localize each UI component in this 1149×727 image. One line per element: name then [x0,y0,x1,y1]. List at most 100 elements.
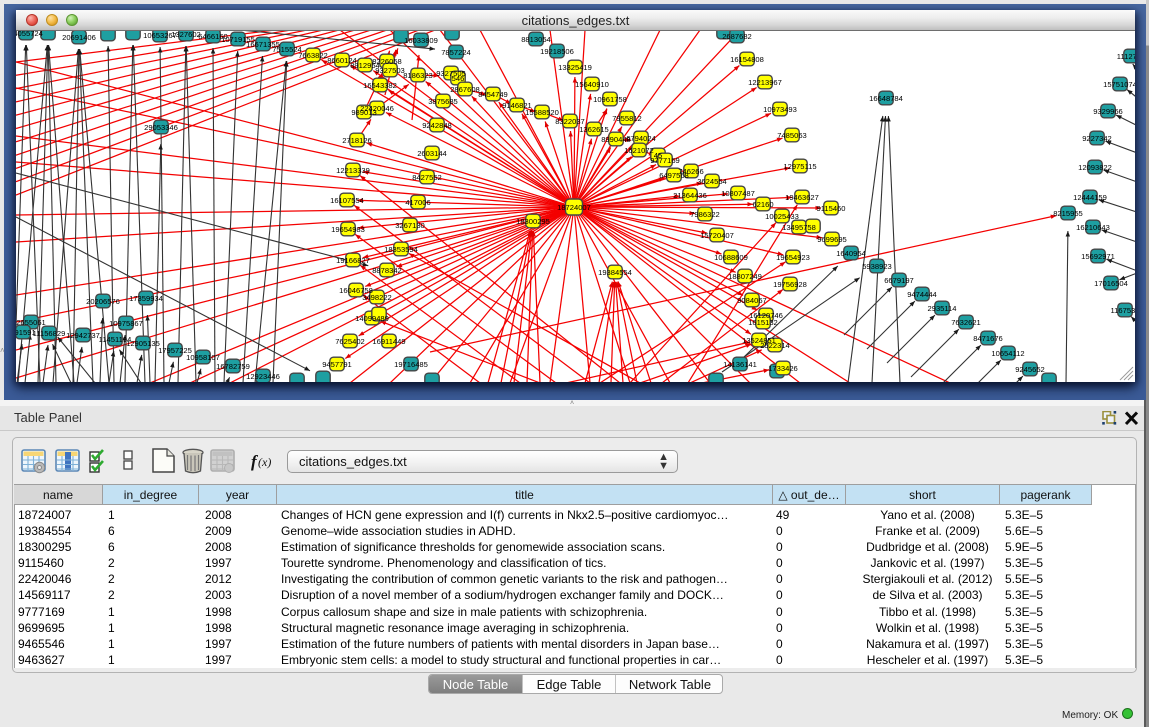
svg-text:8454749: 8454749 [478,90,508,99]
svg-text:7485063: 7485063 [777,131,807,140]
svg-text:8186323: 8186323 [403,71,433,80]
svg-text:1615132: 1615132 [748,318,778,327]
svg-text:8427552: 8427552 [412,173,442,182]
svg-text:12213339: 12213339 [336,166,370,175]
svg-text:19716485: 19716485 [394,360,428,369]
svg-text:13325419: 13325419 [558,63,592,72]
svg-text:16154808: 16154808 [730,55,764,64]
svg-text:16107554: 16107554 [330,196,364,205]
svg-text:7955812: 7955812 [612,114,642,123]
svg-text:6794024: 6794024 [626,134,656,143]
svg-text:12975115: 12975115 [783,162,816,171]
svg-text:417006: 417006 [405,198,430,207]
svg-text:3498222: 3498222 [362,293,392,302]
svg-text:1640954: 1640954 [836,249,866,258]
svg-text:19463627: 19463627 [785,193,819,202]
svg-text:18300295: 18300295 [516,217,550,226]
svg-text:19218506: 19218506 [540,47,574,56]
svg-text:12923446: 12923446 [246,372,280,381]
svg-text:9115460: 9115460 [817,204,846,213]
svg-text:15640910: 15640910 [575,80,609,89]
svg-text:2867608: 2867608 [450,85,480,94]
svg-text:18724007: 18724007 [557,203,591,212]
svg-text:2522314: 2522314 [760,341,790,350]
svg-text:10973493: 10973493 [763,105,797,114]
svg-text:16543382: 16543382 [363,81,397,90]
svg-text:12942737: 12942737 [66,331,100,340]
svg-text:1362615: 1362615 [579,125,609,134]
svg-text:16033809: 16033809 [404,36,438,45]
svg-text:1112733: 1112733 [1117,52,1135,61]
svg-text:9084067: 9084067 [737,296,767,305]
svg-text:2687682: 2687682 [722,32,752,41]
svg-text:9242848: 9242848 [422,121,452,130]
svg-text:10688609: 10688609 [714,253,748,262]
svg-text:20206576: 20206576 [86,297,120,306]
svg-text:15588520: 15588520 [525,108,559,117]
svg-text:7986322: 7986322 [690,210,720,219]
svg-text:14136141: 14136141 [723,360,757,369]
svg-text:16648784: 16648784 [869,94,903,103]
svg-text:1327602: 1327602 [171,31,201,39]
svg-text:14055724: 14055724 [16,31,43,38]
svg-text:8215955: 8215955 [1053,209,1083,218]
svg-text:7625402: 7625402 [335,337,365,346]
svg-text:10961758: 10961758 [593,95,627,104]
svg-text:8226058: 8226058 [372,57,402,66]
svg-text:16911449: 16911449 [372,337,405,346]
svg-text:19166827: 19166827 [336,256,370,265]
svg-text:12093822: 12093822 [1078,163,1112,172]
svg-text:10958107: 10958107 [186,353,220,362]
svg-text:989013: 989013 [351,108,376,117]
svg-text:16782759: 16782759 [216,362,250,371]
svg-text:9777169: 9777169 [650,156,680,165]
svg-text:12444159: 12444159 [1073,193,1107,202]
svg-text:9474444: 9474444 [907,290,937,299]
svg-text:746266: 746266 [678,167,703,176]
svg-text:8471676: 8471676 [973,334,1003,343]
svg-text:9329966: 9329966 [1093,107,1123,116]
svg-text:62160: 62160 [752,200,773,209]
svg-text:16210643: 16210643 [1076,223,1110,232]
svg-text:8813054: 8813054 [521,35,551,44]
svg-text:19756928: 19756928 [773,280,807,289]
svg-text:10654112: 10654112 [991,349,1024,358]
svg-text:10025433: 10025433 [765,212,799,221]
svg-text:1733426: 1733426 [768,364,798,373]
svg-text:15692971: 15692971 [1081,252,1115,261]
svg-text:10807487: 10807487 [721,189,755,198]
svg-text:19654923: 19654923 [776,253,810,262]
svg-text:5938923: 5938923 [862,262,892,271]
svg-text:7857224: 7857224 [441,48,471,57]
svg-text:9245652: 9245652 [1015,365,1045,374]
svg-text:18353594: 18353594 [384,245,418,254]
svg-text:2935114: 2935114 [928,304,957,313]
svg-text:9327503: 9327503 [375,66,405,75]
svg-text:15720407: 15720407 [700,231,734,240]
svg-text:19654983: 19654983 [331,225,365,234]
svg-text:2718126: 2718126 [342,136,372,145]
svg-text:3875685: 3875685 [428,97,458,106]
svg-text:10975867: 10975867 [109,319,143,328]
svg-text:9457791: 9457791 [322,360,352,369]
svg-text:19384554: 19384554 [598,268,632,277]
svg-text:9227342: 9227342 [1082,134,1112,143]
svg-text:2603144: 2603144 [417,149,447,158]
svg-text:3624554: 3624554 [697,177,727,186]
svg-text:11156829: 11156829 [33,329,66,338]
svg-text:1621072: 1621072 [624,146,654,155]
svg-text:(x): (x) [258,455,271,469]
svg-text:546: 546 [452,74,465,83]
svg-text:15751074: 15751074 [1103,80,1135,89]
svg-text:9699695: 9699695 [817,235,847,244]
svg-text:17016504: 17016504 [1094,279,1128,288]
svg-text:3267130: 3267130 [395,221,425,230]
svg-text:7632621: 7632621 [951,318,981,327]
svg-text:13495758: 13495758 [782,223,816,232]
svg-text:20691406: 20691406 [62,33,96,42]
svg-text:12905135: 12905135 [126,339,160,348]
svg-text:12213967: 12213967 [748,78,782,87]
svg-text:17359934: 17359934 [129,294,163,303]
svg-text:21364436: 21364436 [673,191,707,200]
svg-text:14099489: 14099489 [355,314,389,323]
